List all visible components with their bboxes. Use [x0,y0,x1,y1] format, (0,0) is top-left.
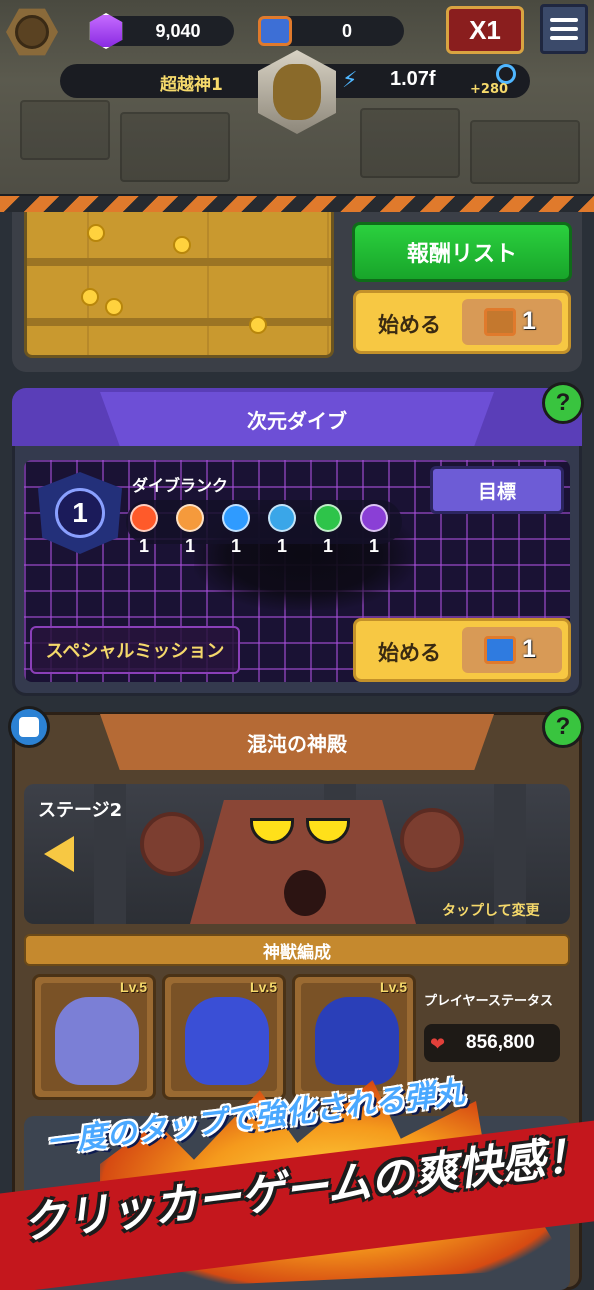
element-level: 1 [230,536,241,556]
lightning-icon [222,504,250,532]
goal-button[interactable]: 目標 [430,466,564,514]
gem-count: 9,040 [155,20,201,41]
dps-value: 1.07f [390,68,436,90]
dive-rank-level: 1 [55,488,105,538]
leaf-orb-icon [314,504,342,532]
dps-bonus: +280 [470,82,509,97]
ticket-icon [484,636,516,664]
dive-help-button[interactable]: ? [542,382,584,424]
beast-level: Lv.5 [120,979,147,995]
beast-level: Lv.5 [380,979,407,995]
start-label: 始める [378,313,441,337]
element-level: 1 [184,536,195,556]
wall-block [120,112,230,182]
ticket-cost: 1 [462,627,562,673]
previous-stage-arrow-icon[interactable] [44,836,74,872]
element-level: 1 [276,536,287,556]
element-level: 1 [322,536,333,556]
boss-arm [400,808,464,872]
ticket-cost: 1 [462,299,562,345]
idol-face-icon [273,64,321,120]
wall-block [360,108,460,178]
question-icon: ? [555,389,571,416]
water-orb-icon [268,504,296,532]
temple-help-button[interactable]: ? [542,706,584,748]
reward-list-button[interactable]: 報酬リスト [352,222,572,282]
chaos-temple-title: 混沌の神殿 [100,714,494,770]
ticket-count: 1 [522,307,536,335]
coin-icon [105,298,123,316]
tap-change-label: タップして変更 [442,903,540,919]
eagle-icon [55,997,139,1085]
dice-button[interactable] [8,706,50,748]
menu-icon [550,18,578,22]
coin-icon [87,224,105,242]
dive-rank-label: ダイブランク [132,476,229,495]
fish-icon [185,997,269,1085]
beast-formation-bar[interactable]: 神獣編成 [24,934,570,966]
dive-start-button[interactable]: 始める 1 [353,618,571,682]
player-status-label: プレイヤーステータス [424,994,553,1009]
beast-card-eagle[interactable]: Lv.5 [32,974,156,1100]
heart-icon: ❤ [430,1034,446,1055]
beast-card-fish[interactable]: Lv.5 [162,974,286,1100]
dark-orb-icon [360,504,388,532]
lightning-icon: ⚡ [342,68,358,93]
element-level: 1 [368,536,379,556]
dragon-icon [315,997,399,1085]
rank-name: 超越神1 [160,75,223,95]
coin-icon [173,236,191,254]
ticket-count: 1 [522,635,536,663]
beast-level: Lv.5 [250,979,277,995]
gold-scene [24,212,334,358]
coin-icon [249,316,267,334]
special-mission-button[interactable]: スペシャルミッション [30,626,240,674]
fire-icon [130,504,158,532]
hp-value: 856,800 [466,1032,535,1053]
ticket-icon [484,308,516,336]
gold-start-button[interactable]: 始める 1 [353,290,571,354]
question-icon: ? [555,713,571,740]
speed-button[interactable]: X1 [446,6,524,54]
dimension-dive-title: 次元ダイブ [100,392,494,446]
star-orb-icon [176,504,204,532]
menu-button[interactable] [540,4,588,54]
element-level: 1 [138,536,149,556]
chest-icon [258,16,292,46]
wall-block [470,120,580,184]
boss-arm [140,812,204,876]
wall-block [20,100,110,160]
coin-icon [81,288,99,306]
hazard-stripe [0,194,594,212]
magnifier-icon[interactable] [496,64,516,84]
boss-mouth [284,870,326,916]
start-label: 始める [378,641,441,665]
stage-label: ステージ2 [38,800,123,821]
dice-icon [19,717,39,737]
chest-count: 0 [341,20,352,41]
